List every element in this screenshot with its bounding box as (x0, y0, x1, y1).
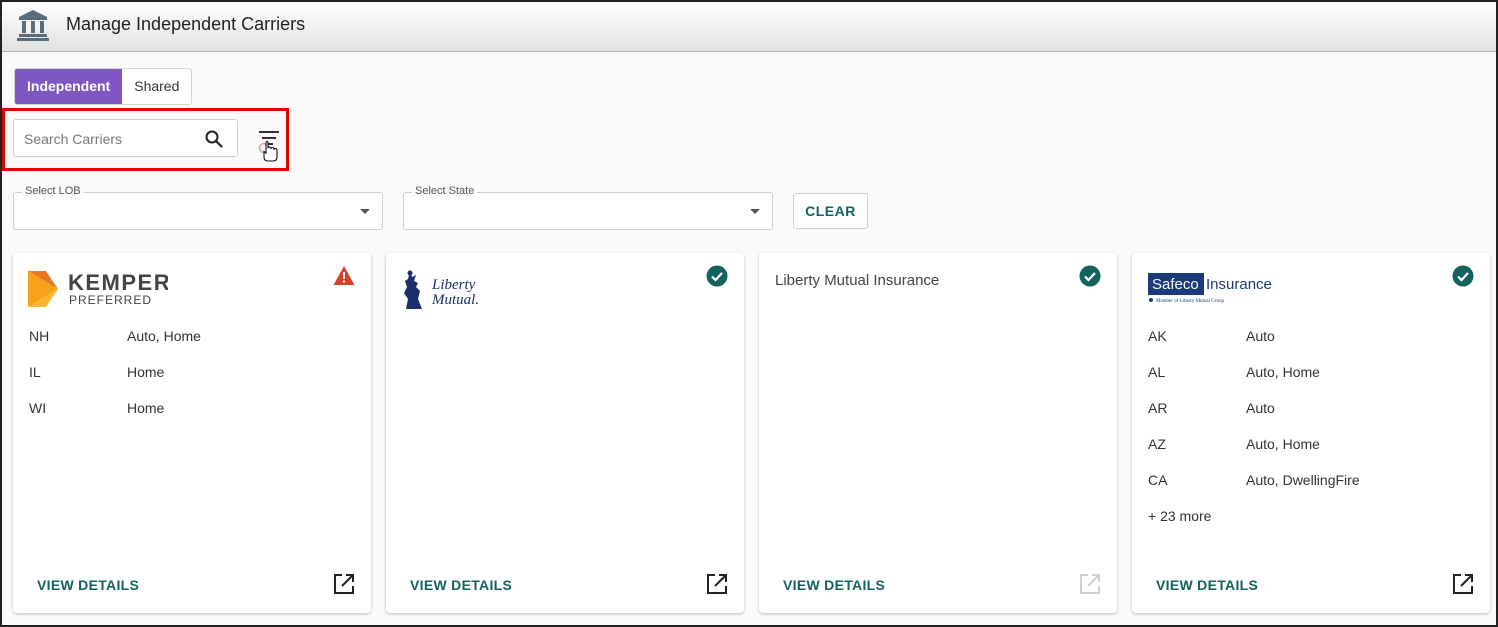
state-code: AK (1148, 328, 1167, 344)
select-state[interactable]: Select State (403, 185, 773, 230)
page-header: Manage Independent Carriers (2, 2, 1496, 52)
state-row: AK Auto (1148, 328, 1275, 344)
more-states-label: + 23 more (1148, 508, 1212, 524)
open-in-new-icon[interactable] (333, 573, 355, 595)
view-details-button[interactable]: VIEW DETAILS (410, 577, 512, 593)
state-row: AZ Auto, Home (1148, 436, 1320, 452)
warning-icon (333, 266, 355, 285)
state-lob: Home (127, 400, 165, 416)
view-details-button[interactable]: VIEW DETAILS (783, 577, 885, 593)
search-input[interactable] (24, 129, 194, 149)
open-in-new-icon (1080, 574, 1100, 594)
view-details-button[interactable]: VIEW DETAILS (1156, 577, 1258, 593)
search-icon[interactable] (204, 129, 224, 149)
filter-icon[interactable] (256, 126, 282, 164)
clear-button[interactable]: CLEAR (793, 193, 868, 229)
select-lob-label: Select LOB (22, 185, 84, 197)
check-circle-icon (706, 265, 728, 287)
check-circle-icon (1079, 265, 1101, 287)
select-state-label: Select State (412, 185, 478, 197)
state-lob: Auto, Home (1246, 364, 1320, 380)
state-code: IL (29, 364, 41, 380)
tab-independent[interactable]: Independent (15, 69, 123, 104)
state-row: WI Home (29, 400, 164, 416)
state-row: CA Auto, DwellingFire (1148, 472, 1360, 488)
state-lob: Home (127, 364, 165, 380)
search-box (13, 119, 238, 157)
state-code: AR (1148, 400, 1168, 416)
state-code: NH (29, 328, 50, 344)
state-lob: Auto (1246, 328, 1275, 344)
carrier-card: KEMPER PREFERRED NH Auto, Home IL Home WI H… (13, 253, 371, 613)
svg-text:Insurance: Insurance (1206, 276, 1272, 293)
liberty-mutual-logo: Liberty Mutual. (404, 270, 479, 309)
carrier-card: Liberty Mutual Insurance VIEW DETAILS (759, 253, 1117, 613)
open-in-new-icon[interactable] (1452, 573, 1474, 595)
carrier-name: Liberty Mutual Insurance (775, 272, 940, 289)
svg-text:Safeco: Safeco (1152, 276, 1199, 293)
bank-icon (17, 10, 49, 41)
state-lob: Auto, DwellingFire (1246, 472, 1360, 488)
tab-shared[interactable]: Shared (122, 69, 192, 104)
svg-text:Liberty: Liberty (431, 277, 476, 293)
state-row: AL Auto, Home (1148, 364, 1320, 380)
carrier-type-tabs: Independent Shared (14, 68, 193, 105)
open-in-new-icon[interactable] (706, 573, 728, 595)
state-row: AR Auto (1148, 400, 1275, 416)
safeco-insurance-logo: Safeco Insurance Member of Liberty Mutua… (1148, 273, 1272, 304)
kemper-preferred-logo: KEMPER PREFERRED (28, 271, 168, 307)
state-code: WI (29, 400, 47, 416)
carrier-card: Safeco Insurance Member of Liberty Mutua… (1132, 253, 1490, 613)
state-lob: Auto (1246, 400, 1275, 416)
svg-text:KEMPER: KEMPER (68, 271, 168, 295)
page-title: Manage Independent Carriers (66, 14, 306, 34)
state-row: NH Auto, Home (29, 328, 201, 344)
state-code: CA (1148, 472, 1168, 488)
state-lob: Auto, Home (1246, 436, 1320, 452)
state-code: AL (1148, 364, 1166, 380)
svg-text:Mutual.: Mutual. (431, 292, 479, 308)
select-lob[interactable]: Select LOB (13, 185, 383, 230)
view-details-button[interactable]: VIEW DETAILS (37, 577, 139, 593)
state-lob: Auto, Home (127, 328, 201, 344)
check-circle-icon (1452, 265, 1474, 287)
svg-text:PREFERRED: PREFERRED (69, 293, 152, 307)
dropdown-arrow-icon (750, 209, 760, 214)
state-row: IL Home (29, 364, 164, 380)
carrier-card: Liberty Mutual. VIEW DETAILS (386, 253, 744, 613)
dropdown-arrow-icon (360, 209, 370, 214)
svg-text:Member of Liberty Mutual Group: Member of Liberty Mutual Group (1156, 299, 1225, 304)
state-code: AZ (1148, 436, 1166, 452)
